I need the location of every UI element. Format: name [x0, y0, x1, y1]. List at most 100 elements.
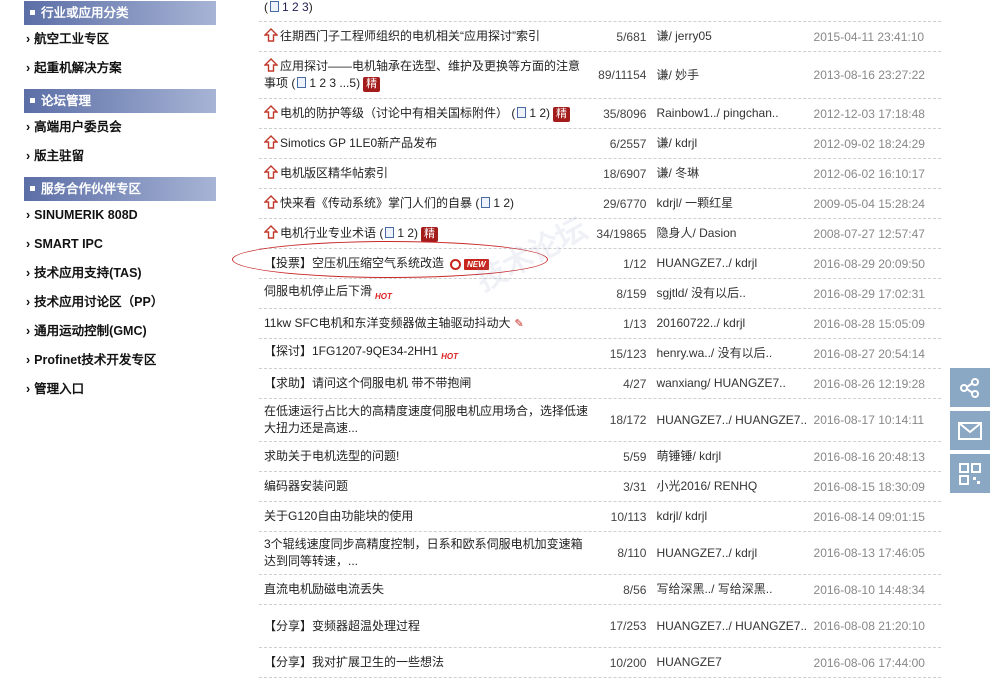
pinned-up-icon	[264, 58, 278, 72]
page-links[interactable]: 1 2 3	[282, 0, 309, 14]
thread-title-link[interactable]: 电机的防护等级（讨论中有相关国标附件）	[280, 106, 508, 120]
sidebar-item-admin-entry[interactable]: › 管理入口	[24, 375, 216, 404]
thread-page-links[interactable]: 1 2 3 ...5	[309, 76, 356, 90]
pages-icon	[481, 197, 491, 208]
sidebar-item-profinet[interactable]: › Profinet技术开发专区	[24, 346, 216, 375]
thread-authors[interactable]: HUANGZE7../ kdrjl	[646, 545, 805, 562]
thread-authors[interactable]: kdrjl/ kdrjl	[646, 508, 805, 525]
thread-authors[interactable]: 写给深黑../ 写给深黑..	[646, 581, 805, 598]
sidebar-item-label: 技术应用讨论区（PP）	[34, 295, 164, 309]
thread-authors[interactable]: 小光2016/ RENHQ	[646, 478, 805, 495]
thread-page-links[interactable]: 1 2	[493, 196, 510, 210]
thread-row: 应用探讨——电机轴承在选型、维护及更换等方面的注意事项 (1 2 3 ...5)…	[259, 52, 941, 99]
last-post-date: 2012-06-02 16:10:17	[813, 166, 925, 181]
thread-title: 直流电机励磁电流丢失	[259, 581, 590, 598]
last-post-date: 2008-07-27 12:57:47	[813, 226, 925, 241]
thread-title: 往期西门子工程师组织的电机相关“应用探讨”索引	[259, 28, 590, 45]
reply-view-count: 6/2557	[609, 136, 647, 151]
thread-authors[interactable]: wanxiang/ HUANGZE7..	[646, 375, 805, 392]
thread-title-link[interactable]: 11kw SFC电机和东洋变频器做主轴驱动抖动大	[264, 316, 510, 330]
thread-row: 编码器安装问题 3/31 小光2016/ RENHQ 2016-08-15 18:30…	[259, 472, 941, 502]
last-post-date: 2012-12-03 17:18:48	[813, 106, 925, 121]
thread-authors[interactable]: sgjtld/ 没有以后..	[646, 285, 805, 302]
reply-view-count: 10/113	[610, 509, 647, 524]
new-badge: NEW	[464, 259, 489, 270]
thread-authors[interactable]: 20160722../ kdrjl	[646, 315, 805, 332]
reply-view-count: 15/123	[609, 346, 647, 361]
thread-list: (1 2 3) 往期西门子工程师组织的电机相关“应用探讨”索引 5/681 谦/ j…	[259, 0, 941, 678]
thread-authors[interactable]: HUANGZE7../ HUANGZE7..	[646, 412, 805, 429]
thread-title-link[interactable]: 求助关于电机选型的问题!	[264, 449, 399, 463]
sidebar-section-forum-admin: 论坛管理	[24, 89, 216, 113]
thread-authors[interactable]: 谦/ 妙手	[646, 67, 805, 84]
sidebar-item-gmc[interactable]: › 通用运动控制(GMC)	[24, 317, 216, 346]
thread-title-link[interactable]: Simotics GP 1LE0新产品发布	[280, 136, 437, 150]
thread-title-link[interactable]: 【分享】变频器超温处理过程	[264, 619, 420, 633]
thread-title-link[interactable]: 【分享】我对扩展卫生的一些想法	[264, 655, 444, 669]
thread-title-link[interactable]: 伺服电机停止后下滑	[264, 284, 372, 298]
reply-view-count: 4/27	[623, 376, 647, 391]
sidebar-item-aviation[interactable]: › 航空工业专区	[24, 25, 216, 54]
thread-authors[interactable]: 萌锤锤/ kdrjl	[646, 448, 805, 465]
sidebar-item-label: 技术应用支持(TAS)	[34, 266, 142, 280]
last-post-date: 2016-08-29 20:09:50	[813, 256, 925, 271]
thread-row: 【分享】我对扩展卫生的一些想法 10/200 HUANGZE7 2016-08-06 …	[259, 648, 941, 678]
share-button[interactable]	[950, 368, 990, 407]
sidebar-item-moderators[interactable]: › 版主驻留	[24, 142, 216, 171]
sidebar-item-808d[interactable]: › SINUMERIK 808D	[24, 201, 216, 230]
sidebar-section-title: 服务合作伙伴专区	[41, 182, 142, 196]
last-post-date: 2016-08-16 20:48:13	[813, 449, 925, 464]
thread-title-link[interactable]: 关于G120自由功能块的使用	[264, 509, 413, 523]
thread-title-link[interactable]: 在低速运行占比大的高精度速度伺服电机应用场合，选择低速大扭力还是高速...	[264, 404, 588, 435]
sidebar-item-pp[interactable]: › 技术应用讨论区（PP）	[24, 288, 216, 317]
thread-page-links[interactable]: 1 2	[397, 226, 414, 240]
thread-title-link[interactable]: 电机行业专业术语	[280, 226, 376, 240]
last-post-date: 2016-08-29 17:02:31	[813, 286, 925, 301]
thread-title-link[interactable]: 3个辊线速度同步高精度控制，日系和欧系伺服电机加变速箱达到同等转速，...	[264, 537, 583, 568]
reply-view-count: 17/253	[609, 619, 647, 633]
thread-title-link[interactable]: 电机版区精华帖索引	[280, 166, 388, 180]
thread-title-link[interactable]: 【求助】请问这个伺服电机 带不带抱闸	[264, 376, 471, 390]
sidebar-item-crane[interactable]: › 起重机解决方案	[24, 54, 216, 83]
thread-authors[interactable]: 谦/ jerry05	[646, 28, 805, 45]
reply-view-count: 29/6770	[603, 196, 647, 211]
thread-authors[interactable]: 谦/ kdrjl	[646, 135, 805, 152]
thread-title-link[interactable]: 直流电机励磁电流丢失	[264, 582, 384, 596]
sidebar-item-smart-ipc[interactable]: › SMART IPC	[24, 230, 216, 259]
pinned-up-icon	[264, 225, 278, 239]
last-post-date: 2016-08-06 17:44:00	[813, 655, 925, 670]
thread-title-link[interactable]: 快来看《传动系统》掌门人们的自暴	[280, 196, 472, 210]
thread-authors[interactable]: kdrjl/ 一颗红星	[646, 195, 805, 212]
thread-authors[interactable]: 谦/ 冬琳	[646, 165, 805, 182]
qrcode-button[interactable]	[950, 454, 990, 493]
thread-authors[interactable]: HUANGZE7	[646, 654, 805, 671]
reply-view-count: 18/172	[609, 413, 647, 427]
last-post-date: 2015-04-11 23:41:10	[813, 29, 925, 44]
last-post-date: 2013-08-16 23:27:22	[813, 68, 925, 82]
thread-row: 求助关于电机选型的问题! 5/59 萌锤锤/ kdrjl 2016-08-16 20:…	[259, 442, 941, 472]
thread-authors[interactable]: HUANGZE7../ HUANGZE7..	[646, 618, 805, 635]
sidebar-item-high-end-committee[interactable]: › 高端用户委员会	[24, 113, 216, 142]
pages-icon	[270, 1, 279, 12]
thread-row: 11kw SFC电机和东洋变频器做主轴驱动抖动大 ✎ 1/13 20160722../…	[259, 309, 941, 339]
thread-title: 伺服电机停止后下滑 HOT	[259, 283, 590, 305]
sidebar-item-label: SINUMERIK 808D	[34, 208, 138, 222]
thread-authors[interactable]: henry.wa../ 没有以后..	[646, 345, 805, 362]
thread-authors[interactable]: Rainbow1../ pingchan..	[646, 105, 805, 122]
thread-page-links[interactable]: 1 2	[529, 106, 546, 120]
thread-authors[interactable]: HUANGZE7../ kdrjl	[646, 255, 805, 272]
pages-icon	[517, 107, 527, 118]
sidebar-item-tas[interactable]: › 技术应用支持(TAS)	[24, 259, 216, 288]
reply-view-count: 5/681	[616, 29, 647, 44]
sidebar-section-partners: 服务合作伙伴专区	[24, 177, 216, 201]
mail-button[interactable]	[950, 411, 990, 450]
thread-title-link[interactable]: 【投票】空压机压缩空气系统改造	[264, 256, 444, 270]
thread-authors[interactable]: 隐身人/ Dasion	[646, 225, 805, 242]
thread-title-link[interactable]: 往期西门子工程师组织的电机相关“应用探讨”索引	[280, 29, 540, 43]
thread-title: 关于G120自由功能块的使用	[259, 508, 590, 525]
thread-title-link[interactable]: 编码器安装问题	[264, 479, 348, 493]
thread-title-link[interactable]: 【探讨】1FG1207-9QE34-2HH1	[264, 344, 438, 358]
sidebar-section-industry: 行业或应用分类	[24, 1, 216, 25]
thread-row: 关于G120自由功能块的使用 10/113 kdrjl/ kdrjl 2016-08-…	[259, 502, 941, 532]
vote-icon	[450, 259, 462, 270]
